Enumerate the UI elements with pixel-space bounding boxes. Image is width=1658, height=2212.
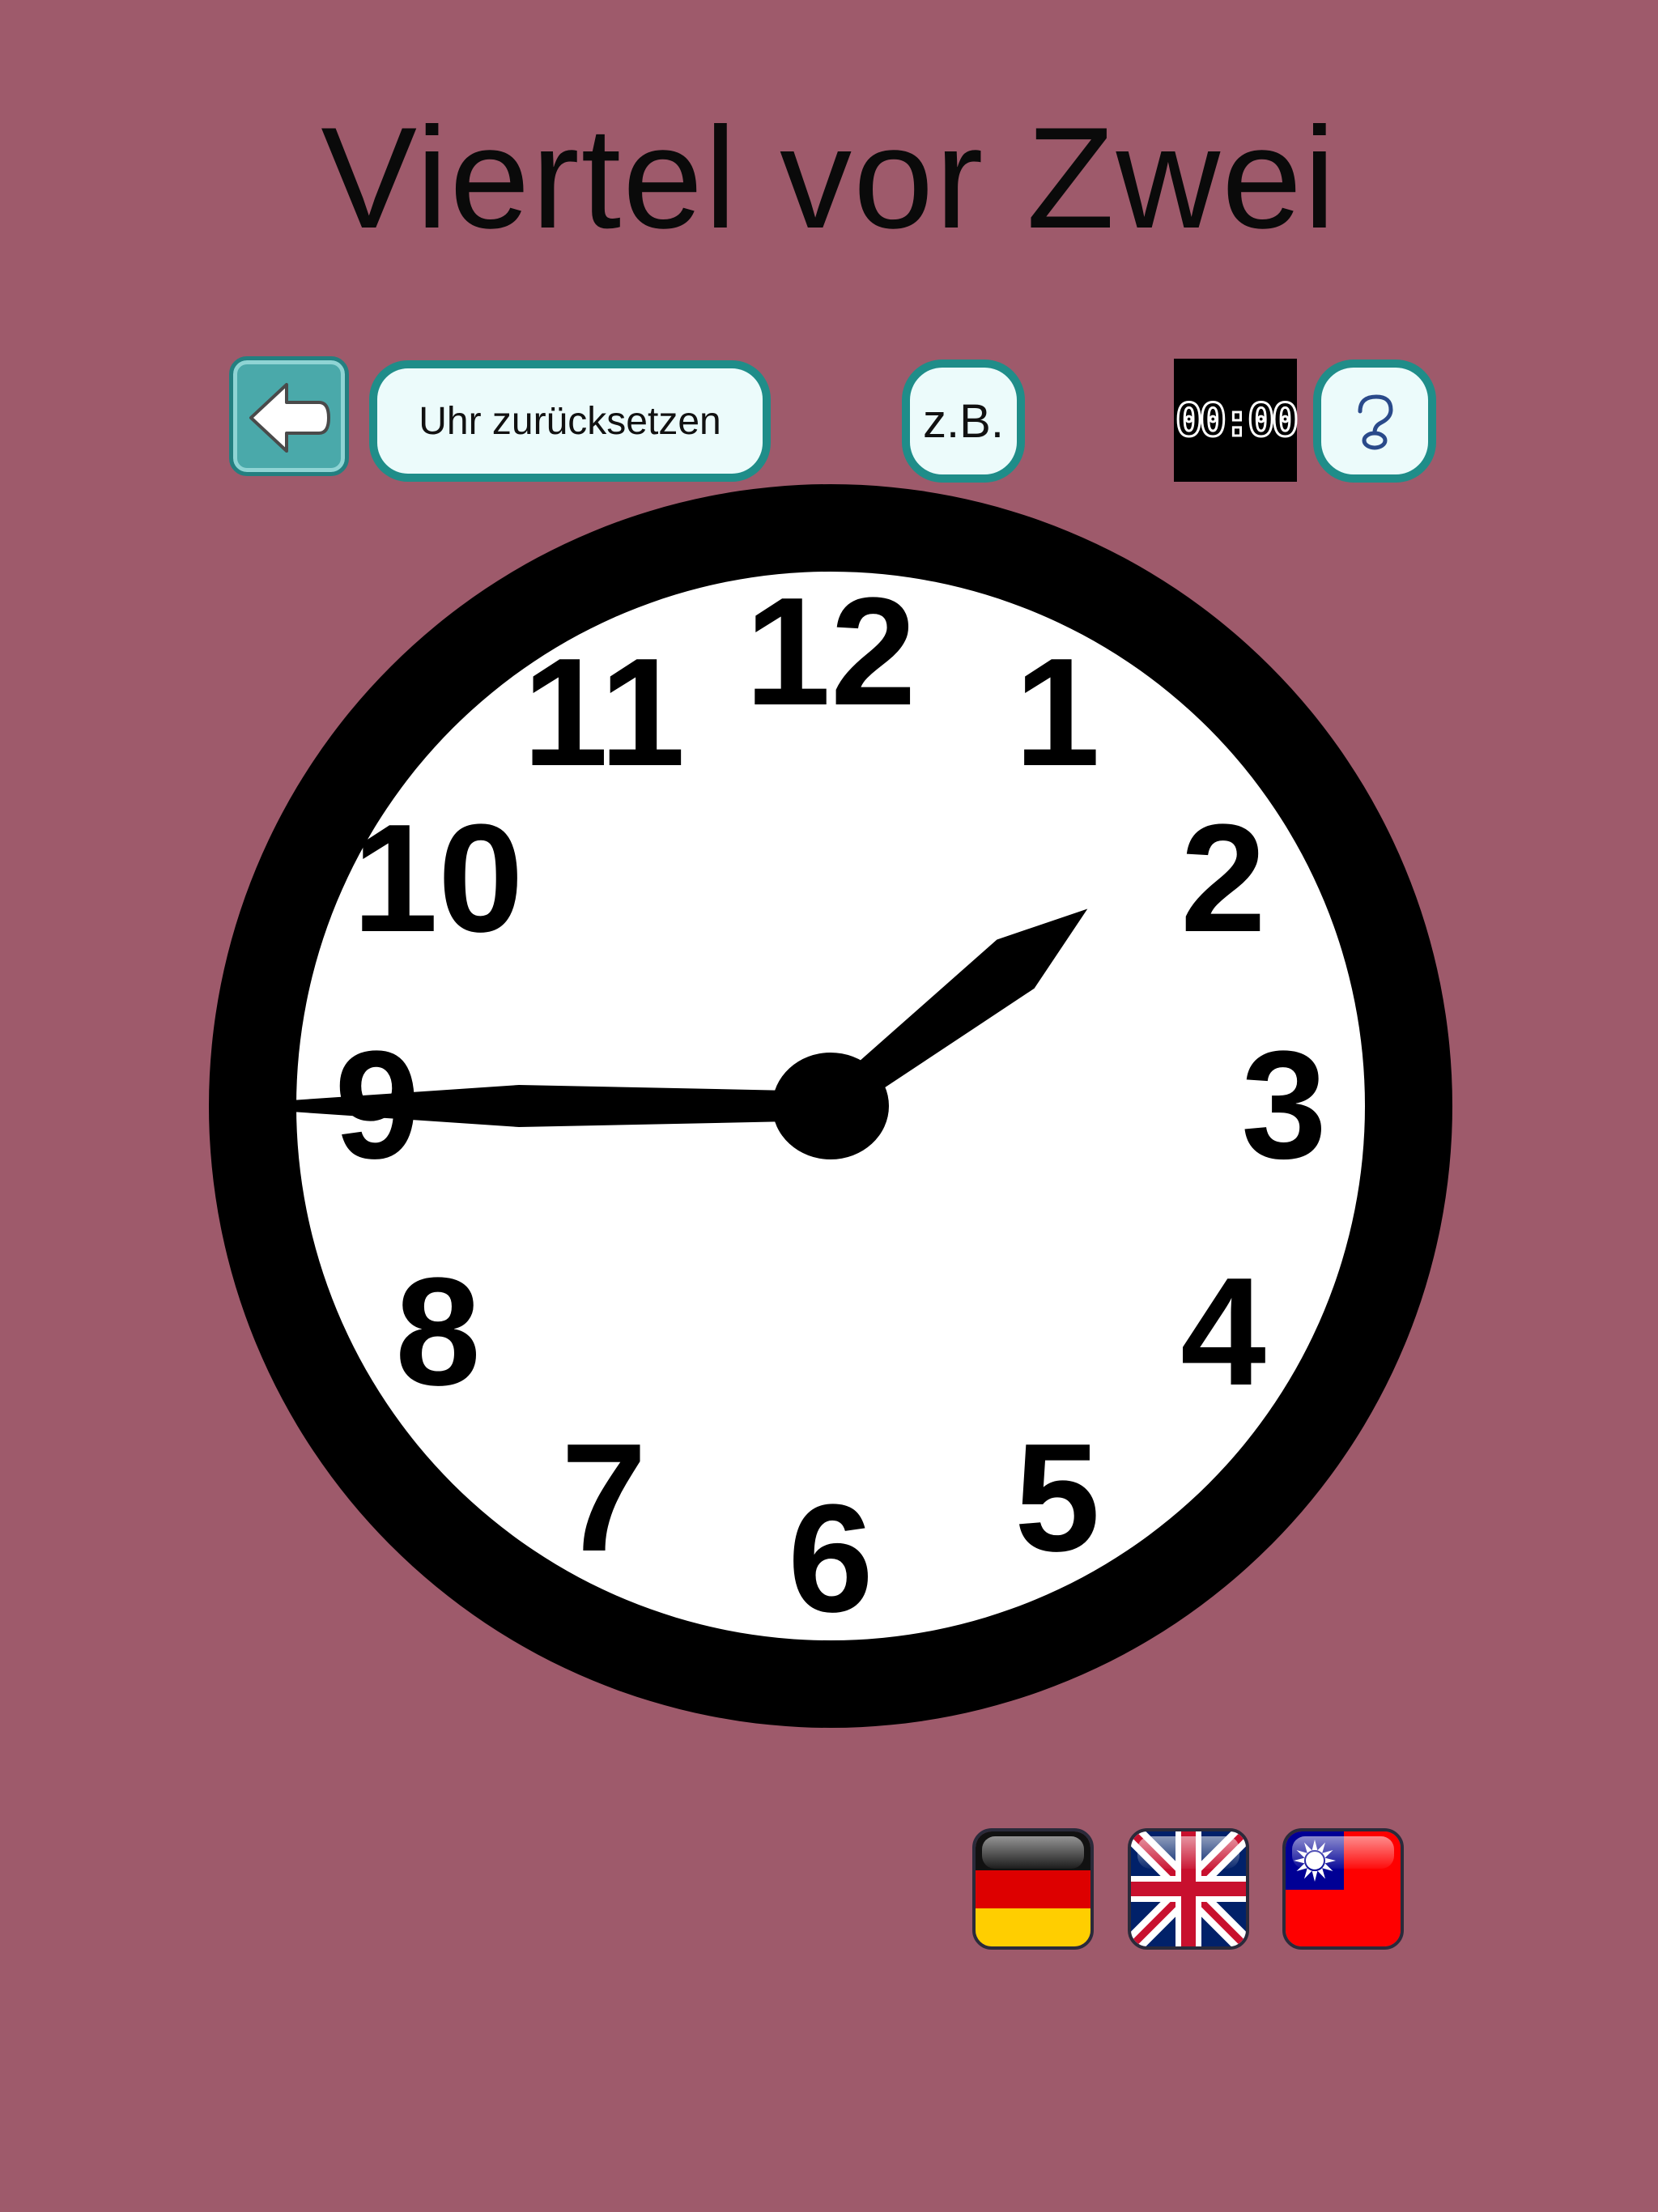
clock-number-7: 7	[561, 1412, 647, 1584]
page-title: Viertel vor Zwei	[321, 97, 1337, 258]
back-button[interactable]	[229, 356, 349, 476]
example-button[interactable]: z.B.	[902, 359, 1025, 483]
question-mark-icon	[1358, 394, 1393, 450]
clock-number-1: 1	[1014, 627, 1100, 798]
clock-number-11: 11	[523, 627, 686, 798]
reset-clock-label: Uhr zurücksetzen	[377, 368, 763, 474]
clock-number-3: 3	[1241, 1019, 1327, 1191]
clock-number-4: 4	[1180, 1246, 1266, 1418]
digital-time-toggle[interactable]: 00:00	[1174, 359, 1300, 482]
reset-clock-button[interactable]: Uhr zurücksetzen	[369, 360, 771, 482]
clock-number-10: 10	[352, 793, 523, 964]
clock-number-8: 8	[395, 1246, 481, 1418]
left-arrow-icon	[249, 383, 330, 453]
analog-clock[interactable]: 121234567891011	[209, 484, 1452, 1728]
clock-number-5: 5	[1014, 1412, 1100, 1584]
uk-flag-icon[interactable]	[1128, 1828, 1249, 1950]
clock-number-12: 12	[745, 566, 916, 738]
german-flag-icon[interactable]	[972, 1828, 1094, 1950]
clock-number-6: 6	[788, 1473, 874, 1644]
help-button[interactable]	[1313, 359, 1436, 483]
clock-center-pin	[772, 1053, 889, 1159]
clock-number-2: 2	[1180, 793, 1266, 964]
taiwan-flag-icon[interactable]	[1282, 1828, 1404, 1950]
digital-time-display: 00:00	[1174, 393, 1300, 448]
example-label: z.B.	[910, 368, 1017, 474]
